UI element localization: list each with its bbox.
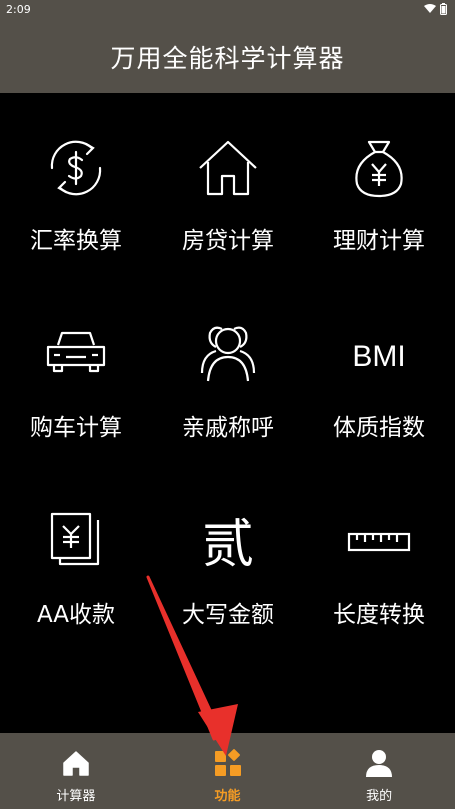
wifi-icon bbox=[424, 4, 436, 13]
tile-label: 房贷计算 bbox=[182, 228, 274, 254]
user-icon bbox=[366, 750, 393, 777]
status-icons bbox=[424, 3, 447, 15]
tab-label: 我的 bbox=[366, 789, 393, 804]
tile-row4-2[interactable] bbox=[152, 654, 304, 733]
tile-finance[interactable]: 理财计算 bbox=[303, 93, 455, 280]
ruler-icon bbox=[347, 532, 411, 552]
function-grid: 汇率换算 房贷计算 理财计算 购车计算 亲戚称呼 BMI 体质指数 AA收款 贰… bbox=[0, 93, 455, 733]
tile-label: AA收款 bbox=[36, 602, 116, 628]
tile-label: 购车计算 bbox=[30, 415, 122, 441]
car-icon bbox=[46, 331, 106, 373]
people-icon bbox=[200, 326, 256, 382]
tab-functions[interactable]: 功能 bbox=[152, 733, 304, 809]
tab-calculator[interactable]: 计算器 bbox=[0, 733, 152, 809]
tile-row4-1[interactable] bbox=[0, 654, 152, 733]
bmi-glyph: BMI bbox=[352, 340, 405, 373]
box-icon bbox=[194, 695, 262, 733]
numeral-glyph: 贰 bbox=[202, 515, 254, 575]
grid-icon bbox=[214, 749, 241, 776]
currency-exchange-icon bbox=[50, 140, 102, 196]
status-bar: 2:09 bbox=[0, 0, 455, 20]
tile-relatives[interactable]: 亲戚称呼 bbox=[152, 280, 304, 467]
tile-label: 理财计算 bbox=[333, 228, 425, 254]
tile-length-convert[interactable]: 长度转换 bbox=[303, 467, 455, 654]
yuan-note-icon bbox=[50, 512, 100, 566]
tab-label: 计算器 bbox=[56, 789, 96, 804]
tile-aa-payment[interactable]: AA收款 bbox=[0, 467, 152, 654]
thermometer-icon bbox=[345, 695, 413, 733]
status-time: 2:09 bbox=[6, 3, 31, 16]
page-title: 万用全能科学计算器 bbox=[110, 43, 345, 73]
tile-bmi[interactable]: BMI 体质指数 bbox=[303, 280, 455, 467]
tile-label: 亲戚称呼 bbox=[182, 415, 274, 441]
bmi-icon: BMI bbox=[352, 340, 405, 373]
chinese-numeral-icon: 贰 bbox=[202, 515, 254, 575]
tile-capital-amount[interactable]: 贰 大写金额 bbox=[152, 467, 304, 654]
tile-mortgage[interactable]: 房贷计算 bbox=[152, 93, 304, 280]
tile-label: 大写金额 bbox=[182, 602, 274, 628]
money-bag-icon bbox=[355, 140, 403, 198]
bottom-tab-bar: 计算器 功能 我的 bbox=[0, 733, 455, 809]
home-icon bbox=[63, 751, 89, 776]
battery-icon bbox=[440, 3, 447, 15]
tile-car-purchase[interactable]: 购车计算 bbox=[0, 280, 152, 467]
frame-icon bbox=[42, 695, 110, 733]
tile-label: 汇率换算 bbox=[30, 228, 122, 254]
tile-row4-3[interactable] bbox=[303, 654, 455, 733]
app-header: 万用全能科学计算器 bbox=[0, 20, 455, 93]
tile-currency-exchange[interactable]: 汇率换算 bbox=[0, 93, 152, 280]
tab-mine[interactable]: 我的 bbox=[303, 733, 455, 809]
house-icon bbox=[199, 140, 257, 196]
tab-label: 功能 bbox=[214, 789, 241, 804]
tile-label: 长度转换 bbox=[333, 602, 425, 628]
tile-label: 体质指数 bbox=[333, 415, 425, 441]
